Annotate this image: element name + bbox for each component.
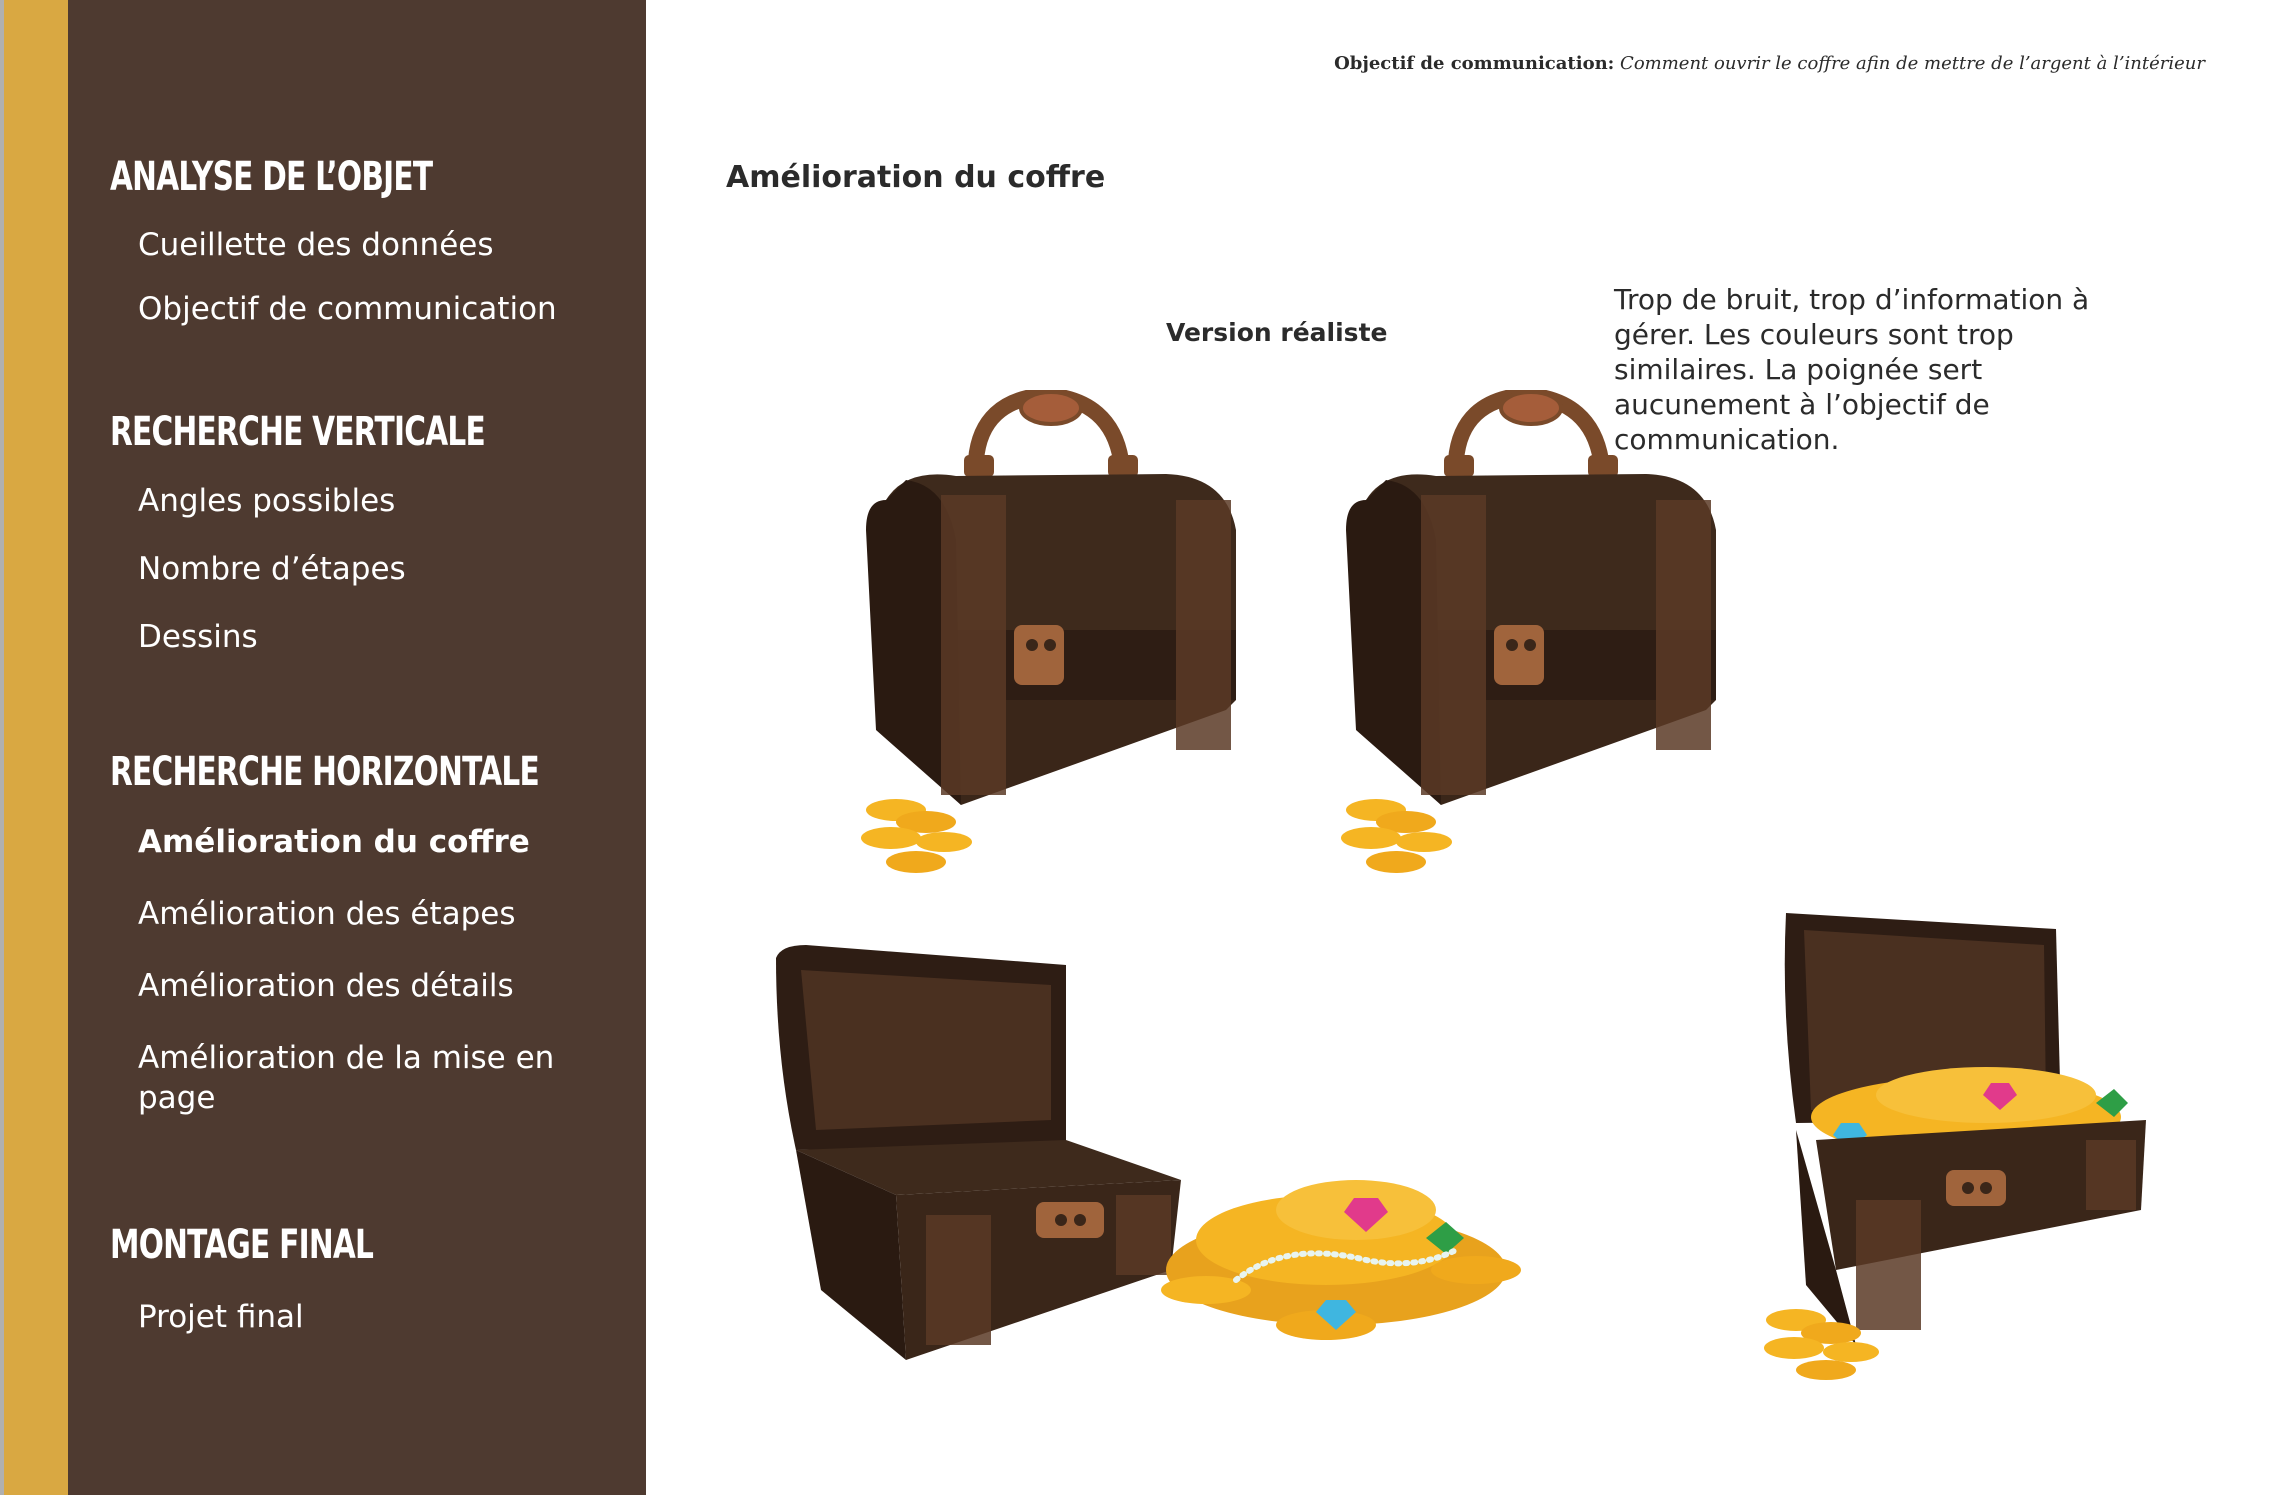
- section-title-analyse: ANALYSE DE L’OBJET: [110, 154, 433, 200]
- nav-item-angles[interactable]: Angles possibles: [138, 481, 395, 521]
- nav-item-objectif[interactable]: Objectif de communication: [138, 289, 557, 329]
- objective-label: Objectif de communication:: [1334, 53, 1615, 74]
- accent-strip: [0, 0, 68, 1495]
- nav-item-amelioration-details[interactable]: Amélioration des détails: [138, 966, 514, 1006]
- nav-item-cueillette[interactable]: Cueillette des données: [138, 225, 494, 265]
- main-content: Objectif de communication: Comment ouvri…: [646, 0, 2270, 1495]
- closed-chest-image: [1341, 390, 1716, 873]
- version-label: Version réaliste: [1166, 318, 1388, 347]
- nav-item-etapes[interactable]: Nombre d’étapes: [138, 549, 406, 589]
- sidebar: ANALYSE DE L’OBJET Cueillette des donnée…: [68, 0, 646, 1495]
- open-chest-treasure-image: [776, 945, 1521, 1360]
- objective-value: Comment ouvrir le coffre afin de mettre …: [1620, 53, 2205, 74]
- section-title-verticale: RECHERCHE VERTICALE: [110, 409, 486, 455]
- nav-item-amelioration-coffre[interactable]: Amélioration du coffre: [138, 822, 530, 862]
- open-full-chest-image: [1764, 913, 2146, 1380]
- section-title-horizontale: RECHERCHE HORIZONTALE: [110, 749, 540, 795]
- closed-chest-image: [861, 390, 1236, 873]
- nav-item-dessins[interactable]: Dessins: [138, 617, 258, 657]
- section-title-montage: MONTAGE FINAL: [110, 1222, 374, 1268]
- communication-objective: Objectif de communication: Comment ouvri…: [1334, 53, 2205, 74]
- page-title: Amélioration du coffre: [726, 160, 1106, 195]
- nav-item-amelioration-mise-en-page[interactable]: Amélioration de la mise en page: [138, 1038, 598, 1118]
- nav-item-amelioration-etapes[interactable]: Amélioration des étapes: [138, 894, 516, 934]
- nav-item-projet-final[interactable]: Projet final: [138, 1297, 304, 1337]
